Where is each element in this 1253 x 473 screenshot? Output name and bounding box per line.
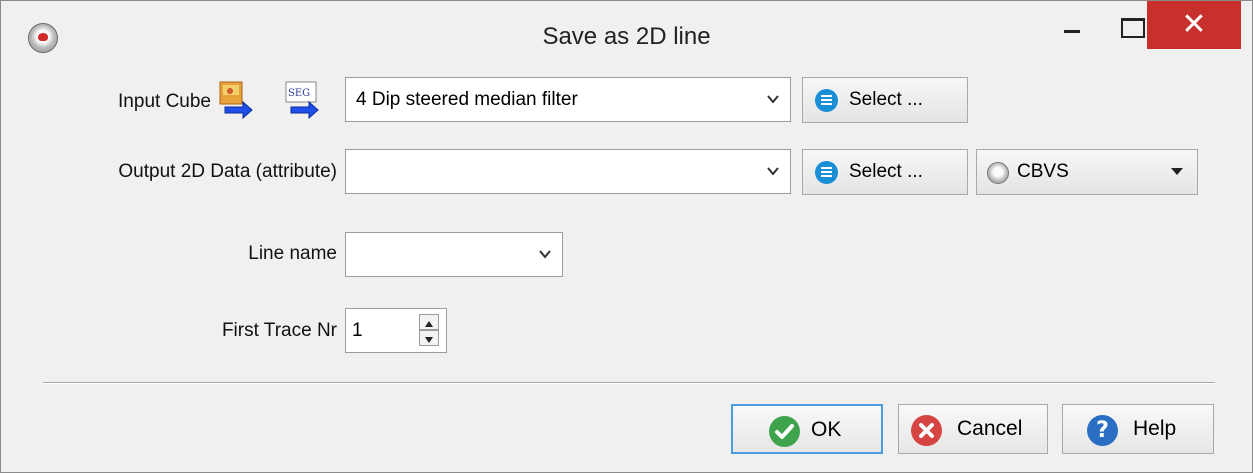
close-button[interactable]: ✕ (1147, 1, 1241, 49)
line-name-dropdown[interactable] (345, 232, 563, 277)
separator-highlight (43, 383, 1215, 384)
list-icon (815, 161, 838, 184)
cancel-icon (911, 415, 942, 446)
cbvs-format-icon (987, 162, 1009, 184)
first-trace-label: First Trace Nr (221, 320, 337, 341)
help-label: Help (1133, 417, 1177, 440)
spin-down-button[interactable] (419, 330, 439, 346)
cancel-button[interactable]: Cancel (898, 404, 1048, 454)
input-select-button[interactable]: Select ... (802, 77, 968, 123)
format-value: CBVS (1017, 161, 1069, 182)
cancel-label: Cancel (957, 417, 1023, 440)
input-cube-value: 4 Dip steered median filter (356, 89, 578, 110)
minimize-button[interactable] (1041, 1, 1103, 49)
caret-down-icon (1171, 168, 1183, 175)
segy-import-button[interactable]: SEG (285, 81, 319, 120)
import-cube-icon (219, 81, 253, 120)
chevron-down-icon (767, 167, 779, 176)
segy-icon-text: SEG (288, 88, 310, 99)
output-select-button[interactable]: Select ... (802, 149, 968, 195)
ok-label: OK (811, 418, 842, 441)
chevron-down-icon (767, 95, 779, 104)
segy-import-icon: SEG (285, 81, 319, 120)
arrow-down-icon (425, 337, 433, 343)
format-dropdown[interactable]: CBVS (976, 149, 1198, 195)
line-name-label: Line name (248, 243, 337, 264)
input-cube-dropdown[interactable]: 4 Dip steered median filter (345, 77, 791, 122)
output-data-label: Output 2D Data (attribute) (118, 161, 337, 182)
output-select-label: Select ... (849, 161, 923, 182)
list-icon (815, 89, 838, 112)
help-icon: ? (1087, 415, 1118, 446)
input-cube-label: Input Cube (118, 91, 211, 112)
arrow-up-icon (425, 321, 433, 327)
output-data-dropdown[interactable] (345, 149, 791, 194)
first-trace-value: 1 (352, 320, 363, 341)
ok-button[interactable]: OK (731, 404, 883, 454)
checkmark-icon (769, 416, 800, 447)
title-bar: Save as 2D line ✕ (1, 1, 1252, 81)
save-as-2d-line-dialog: Save as 2D line ✕ Input Cube SEG 4 Dip s… (0, 0, 1253, 473)
import-cube-button[interactable] (219, 81, 253, 120)
close-icon: ✕ (1181, 7, 1207, 42)
chevron-down-icon (539, 250, 551, 259)
input-select-label: Select ... (849, 89, 923, 110)
help-button[interactable]: ? Help (1062, 404, 1214, 454)
spin-up-button[interactable] (419, 314, 439, 330)
